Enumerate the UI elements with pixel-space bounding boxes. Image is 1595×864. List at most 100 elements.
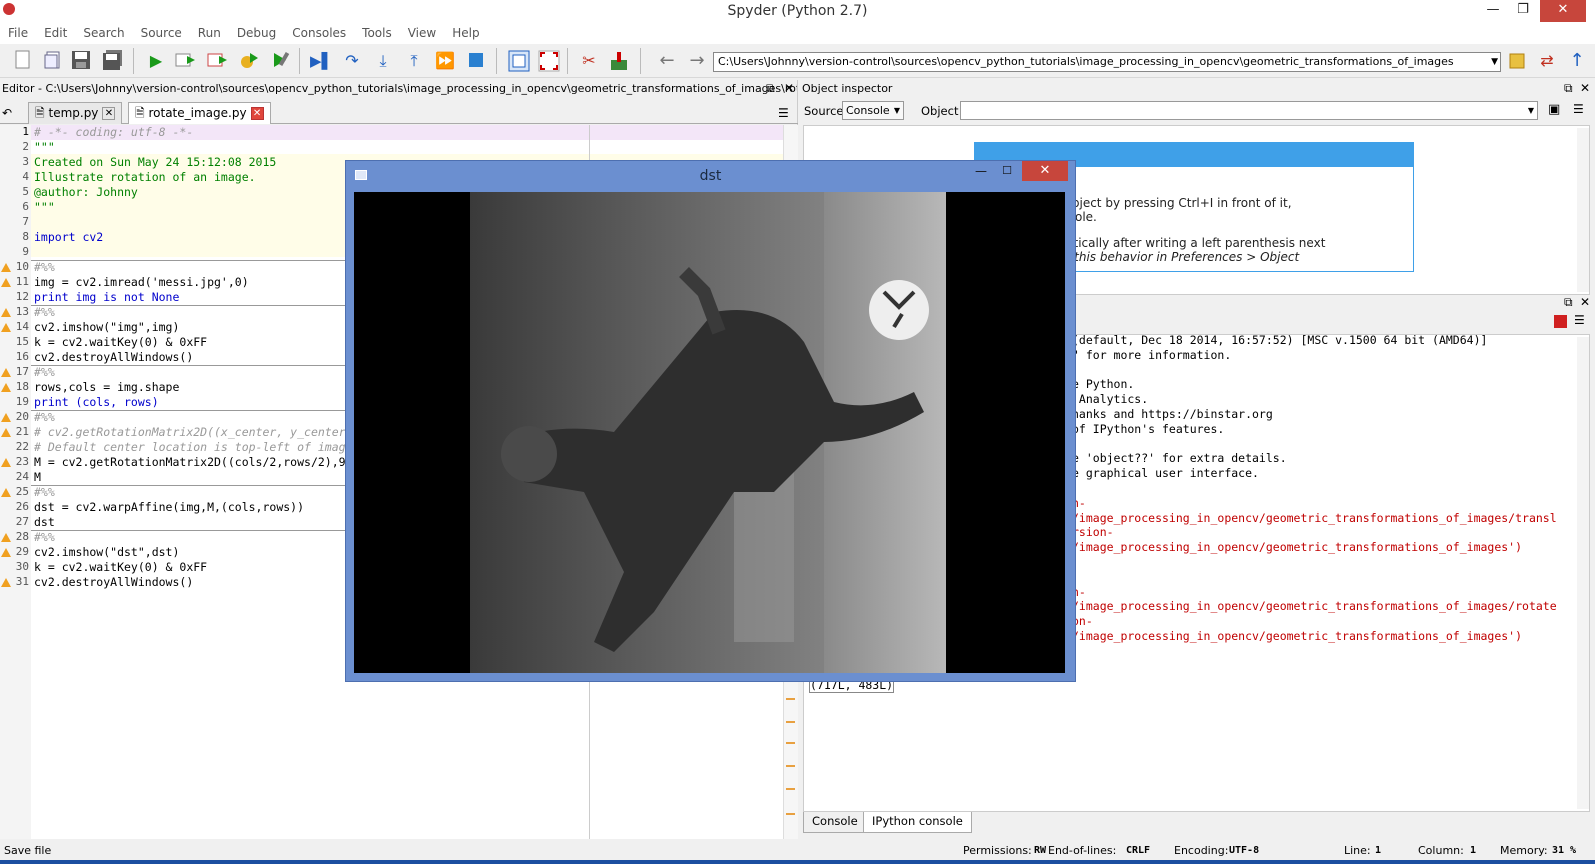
menu-source[interactable]: Source bbox=[133, 24, 190, 42]
run-cell-icon[interactable] bbox=[175, 50, 197, 72]
close-tab-icon[interactable]: ✕ bbox=[102, 107, 116, 120]
run-cell-advance-icon[interactable] bbox=[207, 50, 229, 72]
code-line: cv2.destroyAllWindows() bbox=[34, 350, 194, 364]
chevron-down-icon[interactable]: ▼ bbox=[1491, 53, 1498, 71]
new-file-icon[interactable] bbox=[12, 50, 34, 72]
menu-edit[interactable]: Edit bbox=[36, 24, 75, 42]
warning-icon[interactable] bbox=[1, 428, 11, 437]
continue-icon[interactable]: ⏩ bbox=[434, 50, 456, 72]
menu-search[interactable]: Search bbox=[75, 24, 132, 42]
warning-icon[interactable] bbox=[1, 368, 11, 377]
minimize-icon[interactable]: — bbox=[1478, 0, 1508, 22]
preferences-icon[interactable]: ✂ bbox=[578, 50, 600, 72]
close-pane-icon[interactable]: ✕ bbox=[1580, 80, 1590, 97]
dst-image-window[interactable]: dst — ☐ ✕ bbox=[345, 160, 1076, 682]
warning-icon[interactable] bbox=[1, 413, 11, 422]
options-icon[interactable]: ☰ bbox=[778, 106, 789, 120]
undock-icon[interactable]: ⧉ bbox=[766, 80, 775, 97]
warning-icon[interactable] bbox=[1, 578, 11, 587]
console-scrollbar[interactable] bbox=[1577, 337, 1589, 809]
minimize-icon[interactable]: — bbox=[968, 161, 994, 181]
back-arrow-icon[interactable]: ← bbox=[656, 50, 678, 72]
source-value: Console bbox=[846, 104, 890, 117]
close-tab-icon[interactable]: ✕ bbox=[250, 107, 264, 120]
step-icon[interactable]: ↷ bbox=[341, 50, 363, 72]
save-all-icon[interactable] bbox=[102, 50, 124, 72]
title-bar: Spyder (Python 2.7) — ❐ ✕ bbox=[0, 0, 1595, 24]
menu-tools[interactable]: Tools bbox=[354, 24, 400, 42]
fullscreen-icon[interactable] bbox=[538, 50, 560, 72]
maximize-icon[interactable]: ☐ bbox=[994, 161, 1020, 181]
source-select[interactable]: Console ▼ bbox=[842, 101, 904, 120]
tab-ipython-console[interactable]: IPython console bbox=[863, 812, 972, 833]
warning-icon[interactable] bbox=[1, 308, 11, 317]
menu-debug[interactable]: Debug bbox=[229, 24, 284, 42]
run-config-icon[interactable] bbox=[270, 50, 292, 72]
close-pane-icon[interactable]: ✕ bbox=[1580, 294, 1590, 311]
menu-file[interactable]: File bbox=[0, 24, 36, 42]
code-line: # cv2.getRotationMatrix2D((x_center, y_c… bbox=[34, 425, 346, 439]
change-dir-icon[interactable]: ⇄ bbox=[1536, 50, 1558, 72]
open-file-icon[interactable] bbox=[42, 50, 64, 72]
code-line: print (cols, rows) bbox=[34, 395, 159, 409]
tab-temp-py[interactable]: 🗎 temp.py ✕ bbox=[28, 102, 123, 124]
close-pane-icon[interactable]: ✕ bbox=[784, 80, 794, 97]
undock-icon[interactable]: ⧉ bbox=[1564, 294, 1573, 311]
warning-icon[interactable] bbox=[1, 323, 11, 332]
line-number: 3 bbox=[22, 155, 29, 168]
step-return-icon[interactable]: ⤒ bbox=[403, 50, 425, 72]
run-icon[interactable]: ▶ bbox=[145, 50, 167, 72]
console-line: Analytics. bbox=[1072, 392, 1149, 407]
code-line: dst = cv2.warpAffine(img,M,(cols,rows)) bbox=[34, 500, 305, 514]
stop-debug-icon[interactable] bbox=[465, 50, 487, 72]
restore-icon[interactable]: ❐ bbox=[1508, 0, 1538, 22]
browse-tabs-icon[interactable]: ↶ bbox=[2, 106, 12, 120]
stop-kernel-icon[interactable] bbox=[1554, 315, 1567, 328]
rotated-photo-graphic bbox=[354, 192, 1065, 673]
code-line: """ bbox=[34, 200, 55, 214]
step-into-icon[interactable]: ⤓ bbox=[372, 50, 394, 72]
menu-run[interactable]: Run bbox=[190, 24, 229, 42]
console-line: e Python. bbox=[1072, 377, 1135, 392]
console-line: /image_processing_in_opencv/geometric_tr… bbox=[1072, 540, 1523, 555]
working-directory-combo[interactable]: C:\Users\Johnny\version-control\sources\… bbox=[713, 52, 1501, 72]
object-combo[interactable]: ▼ bbox=[960, 101, 1538, 120]
maximize-pane-icon[interactable] bbox=[508, 50, 530, 72]
close-icon[interactable]: ✕ bbox=[1022, 161, 1068, 181]
close-icon[interactable]: ✕ bbox=[1540, 0, 1586, 22]
parent-dir-icon[interactable]: ↑ bbox=[1566, 50, 1588, 72]
run-selection-icon[interactable] bbox=[238, 50, 260, 72]
file-icon: 🗎 bbox=[135, 106, 145, 120]
scroll-marker bbox=[786, 698, 795, 700]
debug-icon[interactable]: ▶▌ bbox=[310, 50, 333, 72]
browse-folder-icon[interactable] bbox=[1506, 50, 1528, 72]
chevron-down-icon: ▼ bbox=[1527, 106, 1534, 115]
warning-icon[interactable] bbox=[1, 383, 11, 392]
scroll-marker bbox=[786, 742, 795, 744]
tab-label: temp.py bbox=[48, 106, 99, 120]
pythonpath-icon[interactable] bbox=[608, 50, 630, 72]
warning-icon[interactable] bbox=[1, 458, 11, 467]
lock-icon[interactable]: ▣ bbox=[1548, 102, 1560, 117]
menu-help[interactable]: Help bbox=[444, 24, 487, 42]
code-line: # -*- coding: utf-8 -*- bbox=[34, 125, 194, 139]
save-icon[interactable] bbox=[70, 50, 92, 72]
options-icon[interactable]: ☰ bbox=[1574, 313, 1585, 327]
menu-consoles[interactable]: Consoles bbox=[284, 24, 354, 42]
menu-view[interactable]: View bbox=[400, 24, 444, 42]
undock-icon[interactable]: ⧉ bbox=[1564, 80, 1573, 97]
line-number: 6 bbox=[22, 200, 29, 213]
options-icon[interactable]: ☰ bbox=[1573, 102, 1584, 116]
line-number: 27 bbox=[15, 515, 29, 528]
tab-rotate-image-py[interactable]: 🗎 rotate_image.py ✕ bbox=[128, 102, 271, 124]
forward-arrow-icon[interactable]: → bbox=[686, 50, 708, 72]
scroll-marker bbox=[786, 813, 795, 815]
tab-console[interactable]: Console bbox=[803, 812, 867, 833]
warning-icon[interactable] bbox=[1, 548, 11, 557]
warning-icon[interactable] bbox=[1, 488, 11, 497]
warning-icon[interactable] bbox=[1, 278, 11, 287]
warning-icon[interactable] bbox=[1, 263, 11, 272]
warning-icon[interactable] bbox=[1, 533, 11, 542]
inspector-scrollbar[interactable] bbox=[1577, 128, 1589, 292]
console-line: " for more information. bbox=[1072, 347, 1232, 362]
